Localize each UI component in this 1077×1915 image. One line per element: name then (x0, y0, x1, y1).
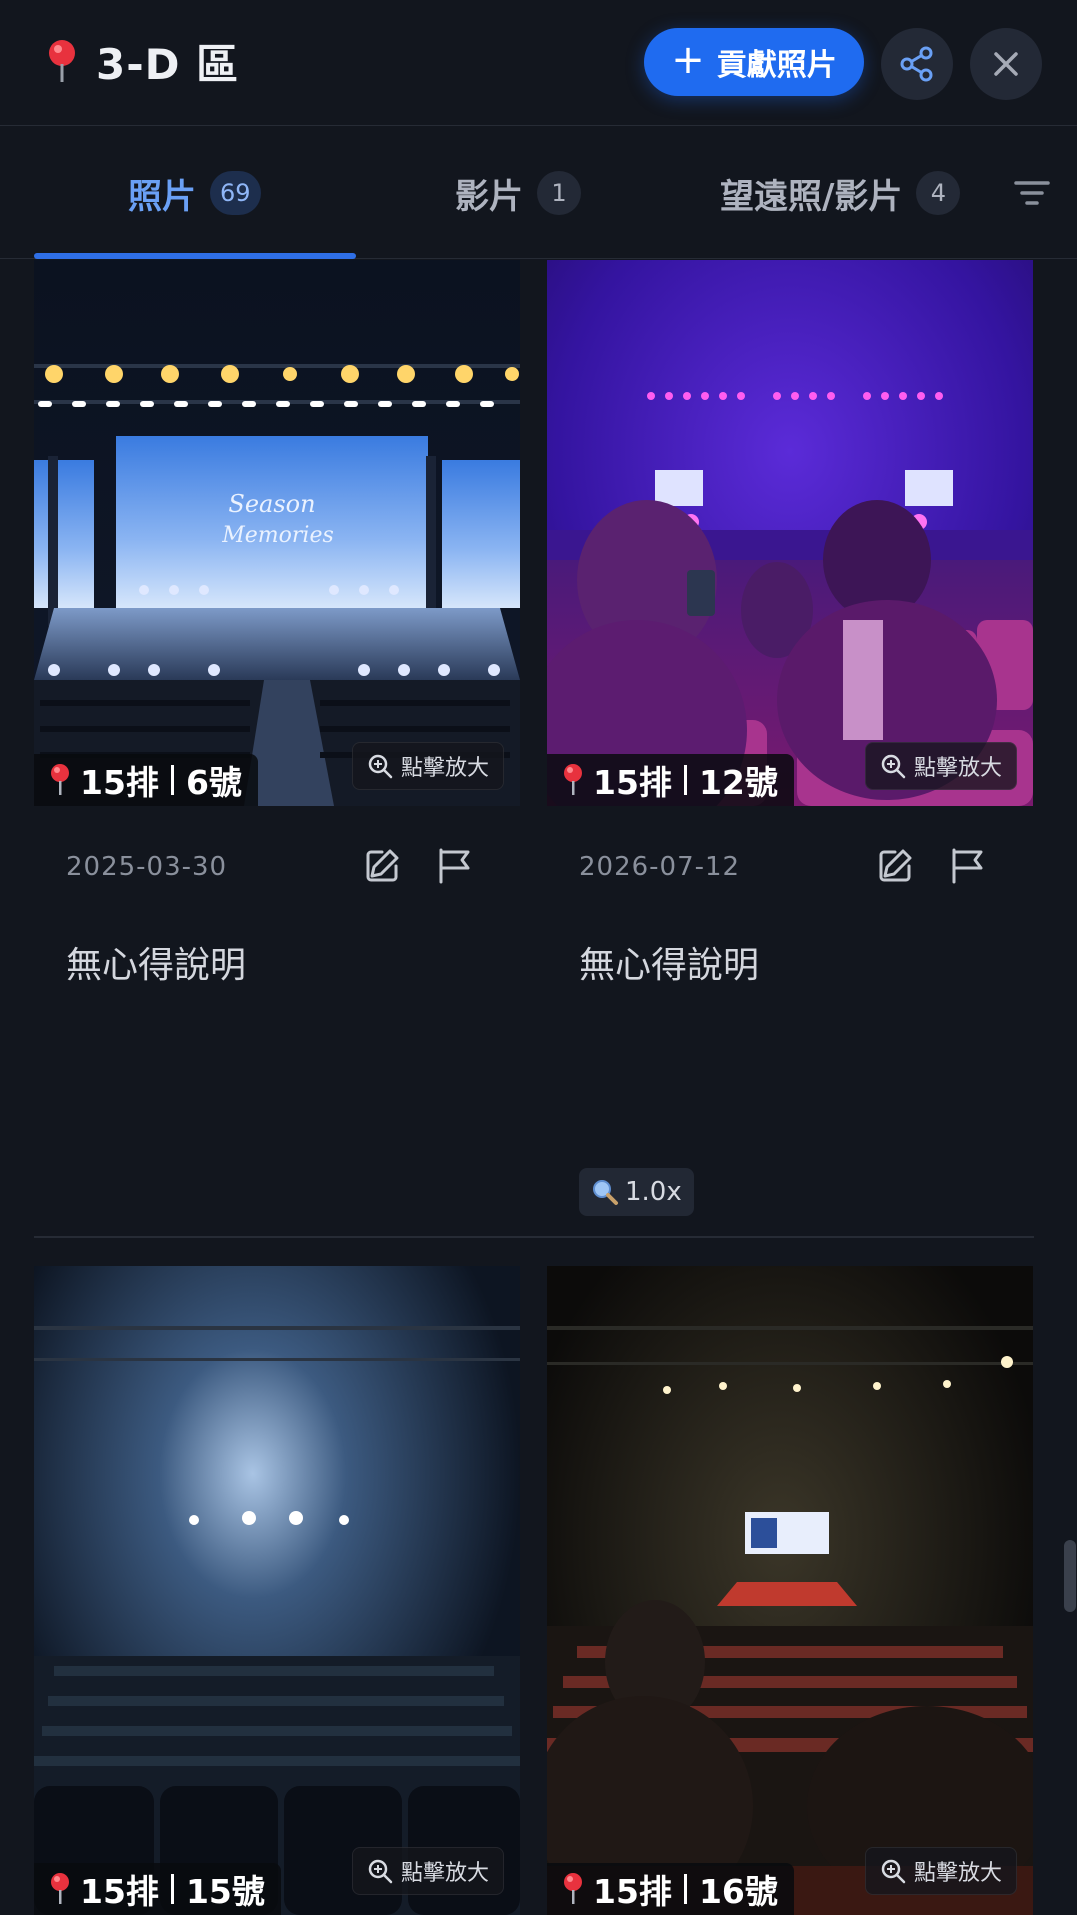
tap-to-zoom-button[interactable]: 點擊放大 (864, 1847, 1017, 1895)
divider (683, 1874, 687, 1904)
seat-badge: 15排 12號 (547, 754, 794, 806)
purple-concert-photo-image (547, 260, 1033, 806)
zoom-in-icon (368, 1859, 393, 1884)
seat-number: 15號 (185, 1872, 265, 1911)
photo-date: 2025-03-30 (66, 852, 228, 882)
location-pin-icon (49, 40, 75, 82)
tab-videos[interactable]: 影片 1 (455, 165, 581, 221)
location-pin-icon (564, 764, 582, 795)
report-flag-icon[interactable] (947, 846, 987, 886)
scrollbar-thumb[interactable] (1064, 1540, 1076, 1612)
zoom-in-icon (881, 754, 906, 779)
tap-to-zoom-button[interactable]: 點擊放大 (351, 742, 504, 790)
zoom-hint-label: 點擊放大 (913, 1861, 1002, 1886)
report-flag-icon[interactable] (434, 846, 474, 886)
photo-thumbnail[interactable]: Season Memories 15排 6號 點擊放大 (34, 260, 520, 806)
edit-icon[interactable] (875, 846, 915, 886)
photo-note: 無心得說明 (66, 945, 247, 986)
seat-badge: 15排 15號 (34, 1863, 281, 1915)
filter-icon[interactable] (1012, 173, 1052, 213)
divider (683, 765, 687, 795)
seat-row: 15排 (80, 763, 159, 802)
screen-logo: Season (228, 490, 315, 518)
location-pin-icon (564, 1873, 582, 1904)
hall-spotlight-photo-image (34, 1266, 520, 1915)
orchestra-hall-photo-image (547, 1266, 1033, 1915)
tap-to-zoom-button[interactable]: 點擊放大 (351, 1847, 504, 1895)
photo-card: 15排 15號 點擊放大 (34, 1266, 520, 1915)
header: 3-D 區 + 貢獻照片 (0, 0, 1077, 126)
tab-photos[interactable]: 照片 69 (128, 165, 261, 221)
share-icon (900, 46, 933, 82)
divider (170, 765, 174, 795)
photo-thumbnail[interactable]: 15排 15號 點擊放大 (34, 1266, 520, 1915)
share-button[interactable] (881, 28, 953, 100)
active-tab-indicator (34, 253, 356, 259)
tab-label: 影片 (455, 176, 523, 217)
tab-count-badge: 69 (210, 171, 261, 215)
stage-photo-image: Season Memories (34, 260, 520, 806)
tab-label: 照片 (128, 176, 196, 217)
zoom-in-icon (881, 1859, 906, 1884)
zoom-in-icon (368, 754, 393, 779)
seat-badge: 15排 16號 (547, 1863, 794, 1915)
seat-number: 12號 (698, 763, 778, 802)
seat-row: 15排 (593, 763, 672, 802)
tap-to-zoom-button[interactable]: 點擊放大 (864, 742, 1017, 790)
photo-card: Season Memories 15排 6號 點擊放大 2025-03-30 無… (34, 260, 520, 1210)
photo-date: 2026-07-12 (579, 852, 741, 882)
area-title: 3-D 區 (96, 39, 240, 89)
plus-icon: + (671, 37, 705, 83)
photo-card: 15排 12號 點擊放大 2026-07-12 無心得說明 1.0x (547, 260, 1033, 1216)
seat-row: 15排 (593, 1872, 672, 1911)
close-button[interactable] (970, 28, 1042, 100)
page-title: 3-D 區 (44, 30, 239, 92)
photo-note: 無心得說明 (579, 945, 760, 986)
media-tabs: 照片 69 影片 1 望遠照/影片 4 (0, 127, 1077, 259)
tab-label: 望遠照/影片 (720, 176, 903, 217)
zoom-hint-label: 點擊放大 (400, 1861, 489, 1886)
close-icon (994, 52, 1018, 76)
divider (170, 1874, 174, 1904)
contribute-label: 貢獻照片 (716, 48, 837, 83)
zoom-hint-label: 點擊放大 (913, 756, 1002, 781)
contribute-photo-button[interactable]: + 貢獻照片 (644, 28, 864, 96)
seat-badge: 15排 6號 (34, 754, 258, 806)
seat-number: 6號 (185, 763, 242, 802)
photo-thumbnail[interactable]: 15排 16號 點擊放大 (547, 1266, 1033, 1915)
seat-number: 16號 (698, 1872, 778, 1911)
row-divider (34, 1236, 1034, 1238)
photo-thumbnail[interactable]: 15排 12號 點擊放大 (547, 260, 1033, 806)
zoom-level-badge: 1.0x (579, 1168, 694, 1216)
edit-icon[interactable] (362, 846, 402, 886)
location-pin-icon (51, 1873, 69, 1904)
zoom-hint-label: 點擊放大 (400, 756, 489, 781)
tab-telephoto[interactable]: 望遠照/影片 4 (720, 165, 961, 221)
tab-count-badge: 4 (916, 171, 961, 215)
screen-logo: Memories (221, 523, 334, 548)
location-pin-icon (51, 764, 69, 795)
zoom-level-value: 1.0x (625, 1177, 682, 1207)
tab-count-badge: 1 (537, 171, 581, 215)
photo-card: 15排 16號 點擊放大 (547, 1266, 1033, 1915)
seat-row: 15排 (80, 1872, 159, 1911)
magnifier-icon (593, 1180, 618, 1205)
